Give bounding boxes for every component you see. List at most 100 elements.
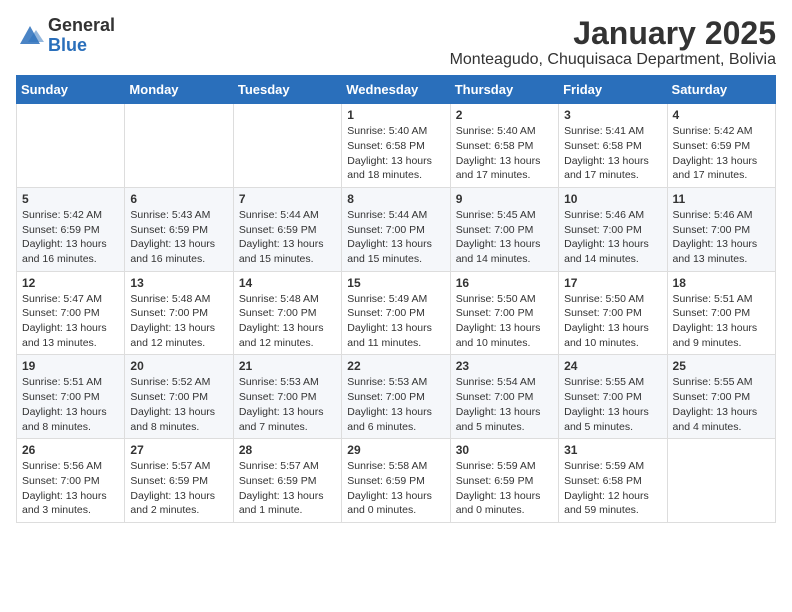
day-info: Sunrise: 5:53 AMSunset: 7:00 PMDaylight:… — [239, 375, 336, 434]
day-info: Sunrise: 5:55 AMSunset: 7:00 PMDaylight:… — [673, 375, 770, 434]
day-info: Sunrise: 5:51 AMSunset: 7:00 PMDaylight:… — [22, 375, 119, 434]
day-number: 21 — [239, 359, 336, 373]
day-info: Sunrise: 5:57 AMSunset: 6:59 PMDaylight:… — [239, 459, 336, 518]
calendar-header-row: SundayMondayTuesdayWednesdayThursdayFrid… — [17, 76, 776, 104]
day-number: 25 — [673, 359, 770, 373]
day-number: 8 — [347, 192, 444, 206]
day-info: Sunrise: 5:48 AMSunset: 7:00 PMDaylight:… — [130, 292, 227, 351]
day-number: 24 — [564, 359, 661, 373]
calendar-cell: 23Sunrise: 5:54 AMSunset: 7:00 PMDayligh… — [450, 355, 558, 439]
calendar-cell: 18 Sunrise: 5:51 AMSunset: 7:00 PMDayligh… — [667, 271, 775, 355]
day-number: 18 — [673, 276, 770, 290]
day-number: 9 — [456, 192, 553, 206]
day-number: 11 — [673, 192, 770, 206]
calendar-cell: 7 Sunrise: 5:44 AMSunset: 6:59 PMDaylight… — [233, 187, 341, 271]
day-info: Sunrise: 5:40 AMSunset: 6:58 PMDaylight:… — [456, 124, 553, 183]
day-number: 29 — [347, 443, 444, 457]
weekday-header-friday: Friday — [559, 76, 667, 104]
day-number: 2 — [456, 108, 553, 122]
calendar-cell: 2 Sunrise: 5:40 AMSunset: 6:58 PMDaylight… — [450, 104, 558, 188]
calendar-cell: 14 Sunrise: 5:48 AMSunset: 7:00 PMDayligh… — [233, 271, 341, 355]
weekday-header-saturday: Saturday — [667, 76, 775, 104]
day-number: 19 — [22, 359, 119, 373]
calendar-cell: 24 Sunrise: 5:55 AMSunset: 7:00 PMDayligh… — [559, 355, 667, 439]
location: Monteagudo, Chuquisaca Department, Boliv… — [450, 51, 776, 69]
calendar-cell — [17, 104, 125, 188]
page-header: General Blue January 2025 Monteagudo, Ch… — [16, 16, 776, 69]
day-number: 22 — [347, 359, 444, 373]
day-number: 23 — [456, 359, 553, 373]
day-info: Sunrise: 5:44 AMSunset: 6:59 PMDaylight:… — [239, 208, 336, 267]
day-number: 27 — [130, 443, 227, 457]
calendar: SundayMondayTuesdayWednesdayThursdayFrid… — [16, 75, 776, 523]
day-info: Sunrise: 5:50 AMSunset: 7:00 PMDaylight:… — [564, 292, 661, 351]
calendar-week-row: 19 Sunrise: 5:51 AMSunset: 7:00 PMDayligh… — [17, 355, 776, 439]
calendar-week-row: 1 Sunrise: 5:40 AMSunset: 6:58 PMDaylight… — [17, 104, 776, 188]
day-info: Sunrise: 5:46 AMSunset: 7:00 PMDaylight:… — [564, 208, 661, 267]
calendar-cell: 3Sunrise: 5:41 AMSunset: 6:58 PMDaylight… — [559, 104, 667, 188]
day-number: 7 — [239, 192, 336, 206]
day-number: 4 — [673, 108, 770, 122]
day-number: 17 — [564, 276, 661, 290]
weekday-header-wednesday: Wednesday — [342, 76, 450, 104]
title-area: January 2025 Monteagudo, Chuquisaca Depa… — [450, 16, 776, 69]
day-info: Sunrise: 5:47 AMSunset: 7:00 PMDaylight:… — [22, 292, 119, 351]
calendar-cell: 15Sunrise: 5:49 AMSunset: 7:00 PMDayligh… — [342, 271, 450, 355]
calendar-cell: 21 Sunrise: 5:53 AMSunset: 7:00 PMDayligh… — [233, 355, 341, 439]
calendar-cell: 12 Sunrise: 5:47 AMSunset: 7:00 PMDayligh… — [17, 271, 125, 355]
day-number: 20 — [130, 359, 227, 373]
calendar-cell: 13 Sunrise: 5:48 AMSunset: 7:00 PMDayligh… — [125, 271, 233, 355]
calendar-cell: 11 Sunrise: 5:46 AMSunset: 7:00 PMDayligh… — [667, 187, 775, 271]
day-info: Sunrise: 5:59 AMSunset: 6:58 PMDaylight:… — [564, 459, 661, 518]
calendar-cell: 17 Sunrise: 5:50 AMSunset: 7:00 PMDayligh… — [559, 271, 667, 355]
calendar-cell: 28 Sunrise: 5:57 AMSunset: 6:59 PMDayligh… — [233, 439, 341, 523]
calendar-cell: 19 Sunrise: 5:51 AMSunset: 7:00 PMDayligh… — [17, 355, 125, 439]
day-info: Sunrise: 5:41 AMSunset: 6:58 PMDaylight:… — [564, 124, 661, 183]
calendar-cell: 26Sunrise: 5:56 AMSunset: 7:00 PMDayligh… — [17, 439, 125, 523]
logo-text-general: General — [48, 15, 115, 35]
calendar-cell — [125, 104, 233, 188]
day-number: 6 — [130, 192, 227, 206]
day-info: Sunrise: 5:49 AMSunset: 7:00 PMDaylight:… — [347, 292, 444, 351]
calendar-week-row: 5 Sunrise: 5:42 AMSunset: 6:59 PMDaylight… — [17, 187, 776, 271]
day-number: 14 — [239, 276, 336, 290]
day-number: 26 — [22, 443, 119, 457]
day-info: Sunrise: 5:40 AMSunset: 6:58 PMDaylight:… — [347, 124, 444, 183]
day-info: Sunrise: 5:55 AMSunset: 7:00 PMDaylight:… — [564, 375, 661, 434]
calendar-cell — [233, 104, 341, 188]
day-number: 10 — [564, 192, 661, 206]
calendar-cell: 16Sunrise: 5:50 AMSunset: 7:00 PMDayligh… — [450, 271, 558, 355]
day-info: Sunrise: 5:52 AMSunset: 7:00 PMDaylight:… — [130, 375, 227, 434]
day-info: Sunrise: 5:50 AMSunset: 7:00 PMDaylight:… — [456, 292, 553, 351]
day-info: Sunrise: 5:53 AMSunset: 7:00 PMDaylight:… — [347, 375, 444, 434]
calendar-cell: 6 Sunrise: 5:43 AMSunset: 6:59 PMDaylight… — [125, 187, 233, 271]
day-number: 5 — [22, 192, 119, 206]
day-info: Sunrise: 5:58 AMSunset: 6:59 PMDaylight:… — [347, 459, 444, 518]
calendar-cell: 1 Sunrise: 5:40 AMSunset: 6:58 PMDaylight… — [342, 104, 450, 188]
day-info: Sunrise: 5:46 AMSunset: 7:00 PMDaylight:… — [673, 208, 770, 267]
day-info: Sunrise: 5:42 AMSunset: 6:59 PMDaylight:… — [22, 208, 119, 267]
logo-text-blue: Blue — [48, 35, 87, 55]
day-number: 31 — [564, 443, 661, 457]
calendar-cell — [667, 439, 775, 523]
day-info: Sunrise: 5:45 AMSunset: 7:00 PMDaylight:… — [456, 208, 553, 267]
day-number: 28 — [239, 443, 336, 457]
day-info: Sunrise: 5:51 AMSunset: 7:00 PMDaylight:… — [673, 292, 770, 351]
month-title: January 2025 — [450, 16, 776, 51]
day-info: Sunrise: 5:48 AMSunset: 7:00 PMDaylight:… — [239, 292, 336, 351]
weekday-header-tuesday: Tuesday — [233, 76, 341, 104]
day-number: 30 — [456, 443, 553, 457]
calendar-cell: 29 Sunrise: 5:58 AMSunset: 6:59 PMDayligh… — [342, 439, 450, 523]
calendar-cell: 27Sunrise: 5:57 AMSunset: 6:59 PMDayligh… — [125, 439, 233, 523]
day-number: 12 — [22, 276, 119, 290]
day-info: Sunrise: 5:59 AMSunset: 6:59 PMDaylight:… — [456, 459, 553, 518]
day-info: Sunrise: 5:44 AMSunset: 7:00 PMDaylight:… — [347, 208, 444, 267]
calendar-cell: 22 Sunrise: 5:53 AMSunset: 7:00 PMDayligh… — [342, 355, 450, 439]
weekday-header-thursday: Thursday — [450, 76, 558, 104]
calendar-cell: 20 Sunrise: 5:52 AMSunset: 7:00 PMDayligh… — [125, 355, 233, 439]
calendar-cell: 31 Sunrise: 5:59 AMSunset: 6:58 PMDayligh… — [559, 439, 667, 523]
day-number: 1 — [347, 108, 444, 122]
day-number: 13 — [130, 276, 227, 290]
weekday-header-sunday: Sunday — [17, 76, 125, 104]
day-info: Sunrise: 5:43 AMSunset: 6:59 PMDaylight:… — [130, 208, 227, 267]
